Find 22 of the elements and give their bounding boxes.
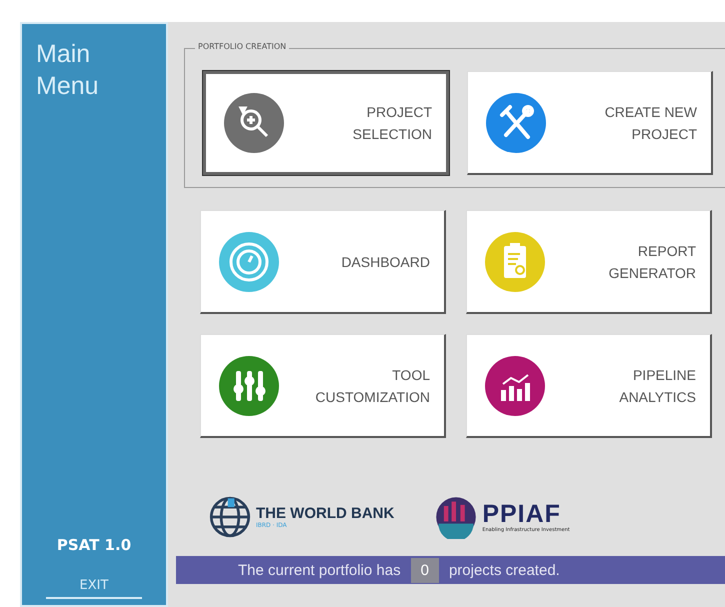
- tile-label: PROJECT SELECTION: [352, 103, 432, 144]
- version-label: PSAT 1.0: [56, 536, 132, 554]
- menu-title: Main Menu: [35, 39, 99, 102]
- city-skyline-icon: [434, 495, 478, 539]
- menu-tile[interactable]: PROJECT SELECTION: [203, 71, 449, 175]
- menu-tile[interactable]: DASHBOARD: [200, 210, 446, 314]
- globe-icon: [208, 495, 252, 539]
- status-text: projects created.: [448, 562, 560, 578]
- menu-tile[interactable]: CREATE NEW PROJECT: [467, 71, 713, 175]
- menu-tile[interactable]: TOOL CUSTOMIZATION: [200, 334, 446, 438]
- tile-label: PIPELINE ANALYTICS: [619, 366, 696, 406]
- tile-label: TOOL CUSTOMIZATION: [315, 366, 430, 406]
- tile-label: CREATE NEW PROJECT: [604, 102, 697, 144]
- menu-tile[interactable]: REPORT GENERATOR: [466, 210, 712, 314]
- menu-tile[interactable]: PIPELINE ANALYTICS: [466, 334, 712, 438]
- project-count: 0: [410, 558, 439, 582]
- tile-label: REPORT GENERATOR: [608, 242, 696, 282]
- status-text: The current portfolio has: [238, 562, 401, 578]
- tile-label: DASHBOARD: [341, 252, 430, 272]
- group-legend: PORTFOLIO CREATION: [195, 42, 290, 51]
- logo-name: THE WORLD BANK: [256, 505, 394, 522]
- logo-name: PPIAF: [482, 501, 561, 527]
